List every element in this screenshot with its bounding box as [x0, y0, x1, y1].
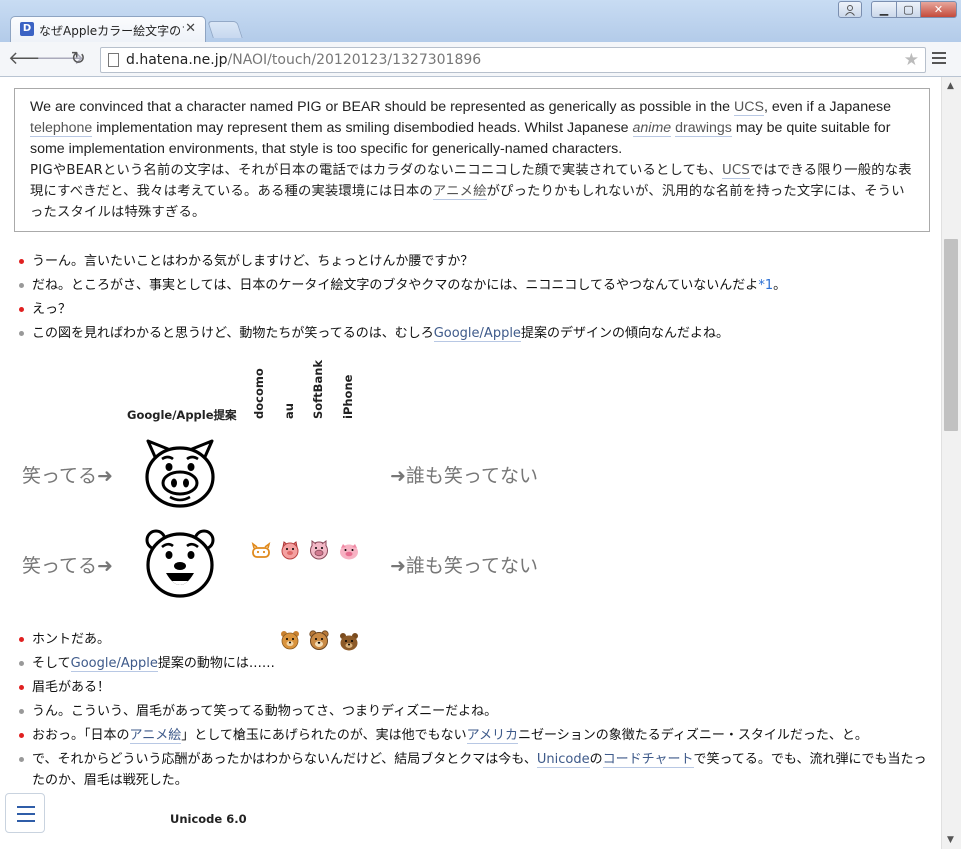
- dialogue-list-2: ホントだあ。 そしてGoogle/Apple提案の動物には…… 眉毛がある！ う…: [14, 629, 934, 794]
- list-item: おおっ。「日本のアニメ絵」として槍玉にあげられたのが、実は他でもないアメリカニゼ…: [14, 725, 934, 746]
- address-bar[interactable]: d.hatena.ne.jp/NAOI/touch/20120123/13273…: [100, 47, 926, 73]
- column-header-iphone: iPhone: [341, 374, 355, 419]
- minimize-window-button[interactable]: ▁: [871, 1, 897, 18]
- keyword-link-code-chart[interactable]: コードチャート: [602, 752, 694, 768]
- list-item: この図を見ればわかると思うけど、動物たちが笑ってるのは、むしろGoogle/Ap…: [14, 323, 934, 344]
- au-pig-emoji-icon: [281, 541, 299, 560]
- user-profile-icon[interactable]: [838, 1, 862, 18]
- google-apple-proposal-label: Google/Apple提案: [127, 408, 237, 422]
- list-item: そしてGoogle/Apple提案の動物には……: [14, 653, 934, 674]
- iphone-pig-emoji-icon: [340, 544, 358, 560]
- back-arrow-icon[interactable]: 🡐: [8, 47, 56, 71]
- footnote-link[interactable]: *1: [758, 278, 773, 293]
- close-window-button[interactable]: ✕: [920, 1, 957, 18]
- list-item: で、それからどういう応酬があったかはわからないんだけど、結局ブタとクマは今も、U…: [14, 749, 934, 791]
- scroll-down-arrow-icon[interactable]: ▼: [947, 835, 954, 845]
- list-item: ホントだあ。: [14, 629, 934, 650]
- keyword-link-anime-e[interactable]: アニメ絵: [432, 184, 487, 200]
- pig-face-icon: [145, 439, 215, 508]
- hatena-favicon-icon: D: [20, 22, 34, 36]
- keyword-link-anime[interactable]: anime: [632, 120, 672, 137]
- tab-title: なぜAppleカラー絵文字のフ: [39, 24, 184, 38]
- keyword-link-ucs[interactable]: UCS: [734, 99, 764, 116]
- emoji-comparison-figure: Google/Apple提案 docomo au SoftBank iPhone…: [14, 360, 614, 651]
- bear-face-icon: [145, 529, 215, 598]
- url-text: d.hatena.ne.jp/NAOI/touch/20120123/13273…: [126, 52, 482, 68]
- page-icon: [108, 53, 119, 67]
- keyword-link-drawings[interactable]: drawings: [675, 120, 732, 137]
- quote-japanese: PIGやBEARという名前の文字は、それが日本の電話ではカラダのないニコニコした…: [30, 163, 912, 220]
- scroll-up-arrow-icon[interactable]: ▲: [947, 81, 954, 91]
- column-header-au: au: [282, 403, 296, 419]
- softbank-pig-emoji-icon: [310, 540, 328, 560]
- list-item: うん。こういう、眉毛があって笑ってる動物ってさ、つまりディズニーだよね。: [14, 701, 934, 722]
- browser-toolbar: 🡐 🡒 ↻ d.hatena.ne.jp/NAOI/touch/20120123…: [0, 42, 961, 77]
- keyword-link-america[interactable]: アメリカ: [466, 728, 518, 744]
- reload-icon[interactable]: ↻: [66, 47, 90, 71]
- keyword-link-ucs-jp[interactable]: UCS: [722, 163, 751, 179]
- browser-tab[interactable]: D なぜAppleカラー絵文字のフ ✕: [10, 16, 206, 42]
- new-tab-button[interactable]: [207, 21, 243, 38]
- list-item: だね。ところがさ、事実としては、日本のケータイ絵文字のブタやクマのなかには、ニコ…: [14, 275, 934, 296]
- window-titlebar: D なぜAppleカラー絵文字のフ ✕ ▁ ▢ ✕: [0, 0, 961, 42]
- column-header-softbank: SoftBank: [311, 359, 325, 419]
- laughing-label-pig: 笑ってる➜: [22, 465, 113, 487]
- laughing-label-bear: 笑ってる➜: [22, 555, 113, 577]
- page-viewport: We are convinced that a character named …: [0, 77, 941, 849]
- keyword-link-unicode[interactable]: Unicode: [536, 752, 590, 768]
- keyword-link-google-apple-2[interactable]: Google/Apple: [70, 656, 158, 672]
- unicode-6-label: Unicode 6.0: [170, 812, 247, 826]
- quote-box: We are convinced that a character named …: [14, 88, 930, 232]
- quote-english: We are convinced that a character named …: [30, 99, 891, 157]
- nobody-laughing-label-bear: ➜誰も笑ってない: [390, 555, 538, 577]
- docomo-pig-emoji-icon: [251, 542, 271, 558]
- list-item: えっ？: [14, 299, 934, 320]
- keyword-link-telephone[interactable]: telephone: [30, 120, 93, 137]
- list-item: 眉毛がある！: [14, 677, 934, 698]
- keyword-link-anime-e-2[interactable]: アニメ絵: [129, 728, 182, 744]
- floating-menu-button[interactable]: [5, 793, 45, 833]
- scrollbar-thumb[interactable]: [944, 239, 958, 431]
- chrome-menu-icon[interactable]: [932, 52, 946, 67]
- maximize-window-button[interactable]: ▢: [896, 1, 921, 18]
- vertical-scrollbar[interactable]: ▲ ▼: [941, 77, 961, 849]
- column-header-docomo: docomo: [252, 368, 266, 419]
- nobody-laughing-label-pig: ➜誰も笑ってない: [390, 465, 538, 487]
- keyword-link-google-apple[interactable]: Google/Apple: [433, 326, 521, 342]
- tab-close-icon[interactable]: ✕: [185, 21, 196, 36]
- list-item: うーん。言いたいことはわかる気がしますけど、ちょっとけんか腰ですか？: [14, 251, 934, 272]
- bookmark-star-icon[interactable]: ★: [904, 50, 919, 70]
- forward-arrow-icon[interactable]: 🡒: [36, 47, 84, 71]
- dialogue-list-1: うーん。言いたいことはわかる気がしますけど、ちょっとけんか腰ですか？ だね。とこ…: [14, 251, 934, 347]
